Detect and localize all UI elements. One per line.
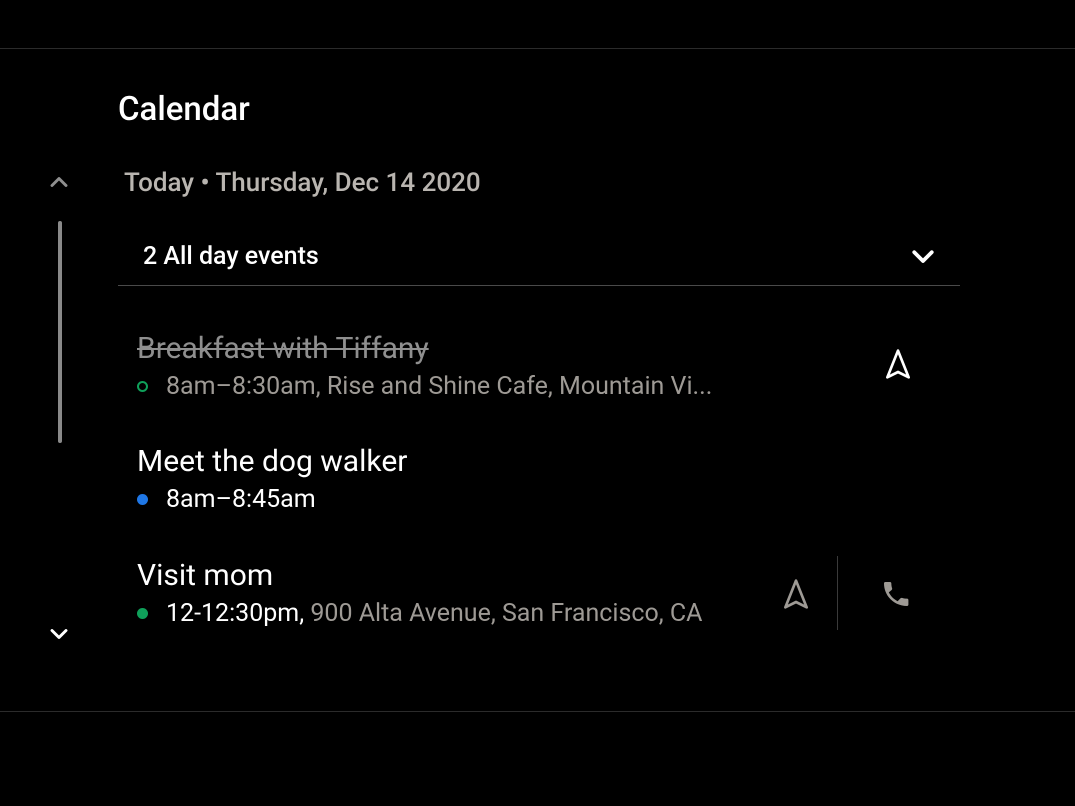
event-time: 8am–8:45am [166, 485, 316, 514]
navigate-button[interactable] [780, 578, 812, 610]
date-line: Today • Thursday, Dec 14 2020 [124, 168, 481, 198]
event-row[interactable]: Meet the dog walker 8am–8:45am [137, 444, 960, 514]
event-time: 12-12:30pm, [166, 599, 304, 628]
event-location: Rise and Shine Cafe, Mountain Vi... [321, 372, 713, 401]
event-location: 900 Alta Avenue, San Francisco, CA [304, 599, 702, 628]
bottom-divider [0, 711, 1075, 712]
top-divider [0, 48, 1075, 49]
chevron-up-icon [45, 168, 73, 196]
navigate-button[interactable] [882, 348, 914, 380]
calendar-color-dot-icon [137, 608, 148, 619]
event-title: Meet the dog walker [137, 444, 960, 479]
action-divider [837, 556, 838, 630]
navigation-arrow-icon [780, 578, 812, 610]
allday-label: 2 All day events [143, 242, 319, 271]
scroll-down-button[interactable] [45, 620, 73, 648]
phone-icon [880, 578, 912, 610]
event-row[interactable]: Breakfast with Tiffany 8am–8:30am, Rise … [137, 331, 960, 401]
scrollbar-track[interactable] [58, 221, 62, 443]
allday-expander[interactable]: 2 All day events [118, 225, 960, 287]
chevron-down-icon [908, 241, 938, 271]
event-subline: 8am–8:45am [137, 485, 960, 514]
scroll-up-button[interactable] [45, 168, 73, 196]
allday-divider [118, 285, 960, 286]
chevron-down-icon [45, 620, 73, 648]
event-time: 8am–8:30am, [166, 372, 321, 401]
event-title: Breakfast with Tiffany [137, 331, 960, 366]
event-subline: 8am–8:30am, Rise and Shine Cafe, Mountai… [137, 372, 960, 401]
calendar-color-dot-icon [137, 381, 148, 392]
navigation-arrow-icon [882, 348, 914, 380]
page-title: Calendar [118, 90, 250, 129]
call-button[interactable] [880, 578, 912, 610]
calendar-color-dot-icon [137, 494, 148, 505]
